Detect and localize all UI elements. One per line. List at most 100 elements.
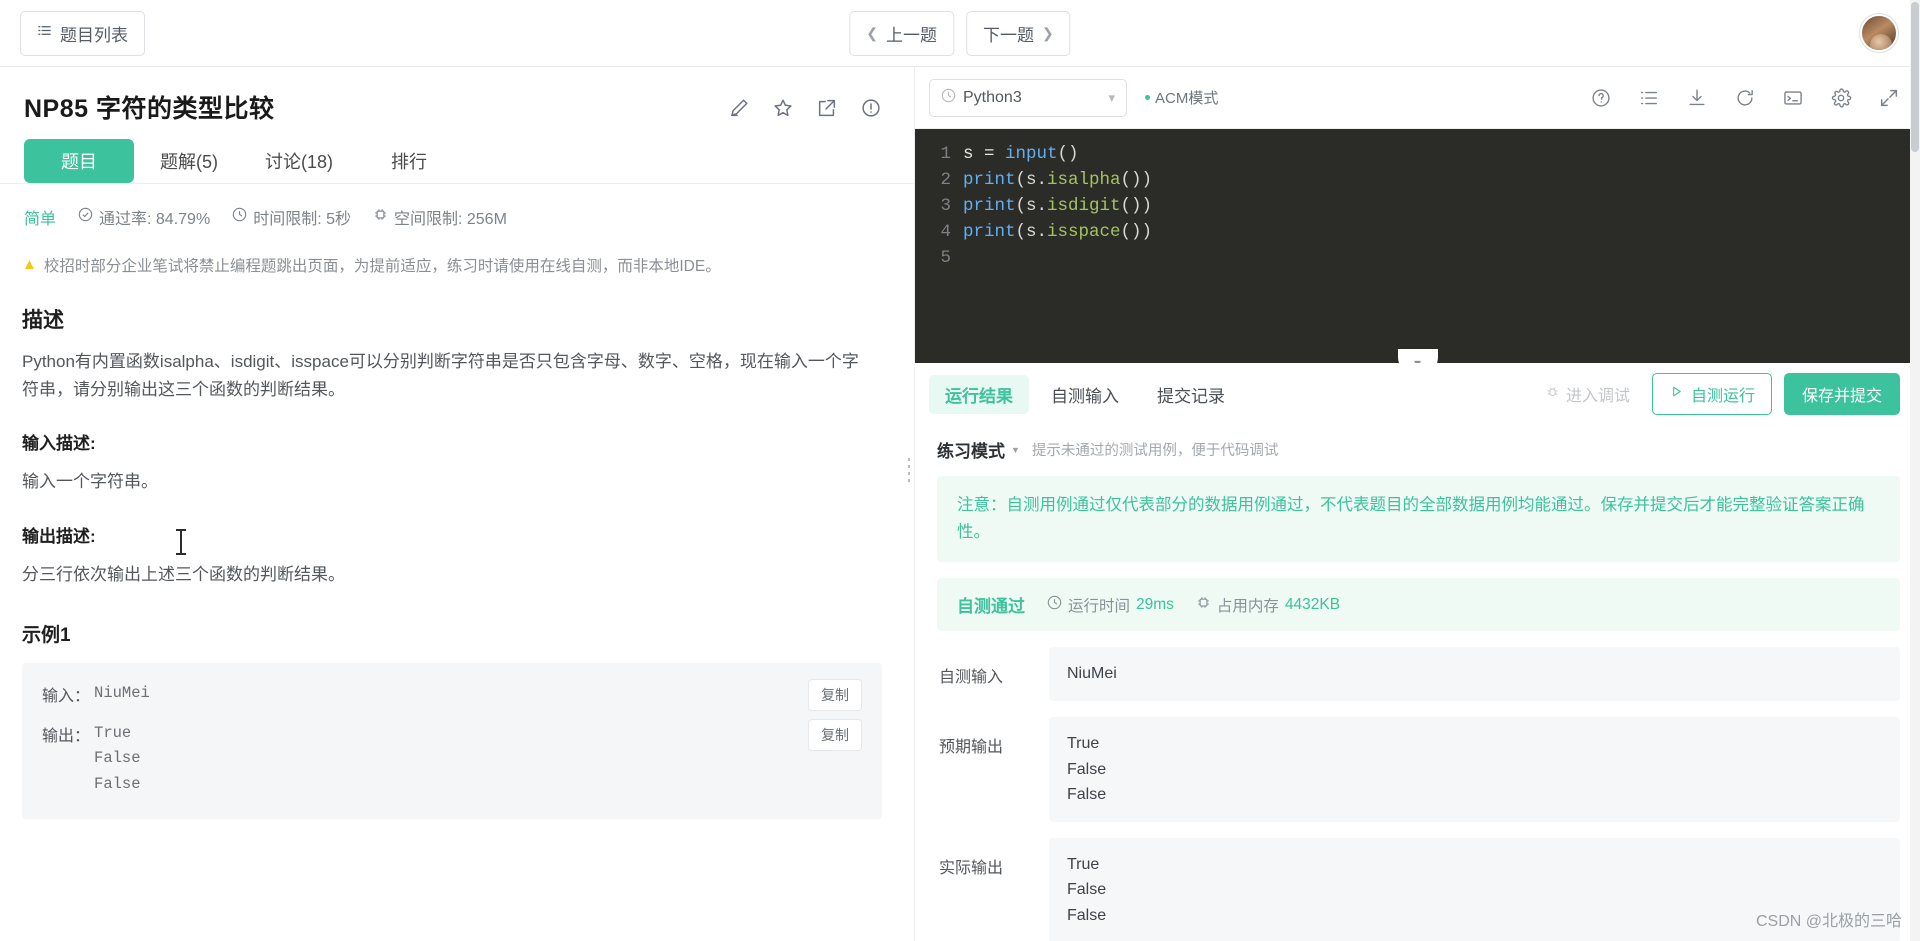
check-circle-icon: [78, 207, 93, 227]
language-select[interactable]: Python3 ▾: [929, 78, 1127, 117]
example-output-label: 输出：: [42, 728, 91, 746]
output-heading: 输出描述:: [22, 526, 96, 546]
tab-ranking[interactable]: 排行: [354, 139, 464, 183]
page-title: NP85 字符的类型比较: [24, 95, 275, 123]
edit-icon[interactable]: [728, 97, 750, 119]
next-problem-button[interactable]: 下一题 ❯: [966, 10, 1071, 56]
code-line: 2 print(s.isalpha()): [915, 167, 1920, 193]
space-limit-label: 空间限制: 256M: [393, 211, 507, 228]
avatar[interactable]: [1860, 14, 1898, 52]
result-tab-bar: 运行结果 自测输入 提交记录 进入调试 自测运行 保存并提交: [915, 363, 1920, 425]
download-icon[interactable]: [1686, 87, 1708, 109]
acm-mode-label: ACM模式: [1155, 90, 1219, 107]
play-icon: [1669, 384, 1684, 404]
runtime-label: 运行时间: [1068, 597, 1131, 615]
line-number: 3: [940, 196, 951, 216]
fullscreen-icon[interactable]: [1878, 87, 1900, 109]
line-number: 1: [940, 144, 951, 164]
acm-mode-toggle[interactable]: ACM模式: [1145, 87, 1218, 108]
problem-list-button[interactable]: 题目列表: [20, 10, 145, 56]
clock-icon: [941, 88, 956, 108]
editor-toolbar: Python3 ▾ ACM模式: [915, 67, 1920, 129]
prev-problem-button[interactable]: ❮ 上一题: [849, 10, 954, 56]
list-icon: [37, 23, 52, 43]
copy-input-button[interactable]: 复制: [808, 679, 862, 712]
tab-test-input[interactable]: 自测输入: [1035, 375, 1135, 414]
warning-triangle-icon: ▲: [22, 256, 37, 273]
language-value: Python3: [963, 88, 1022, 106]
example-input-row: 输入： NiuMei 复制: [42, 679, 862, 712]
input-body: 输入一个字符串。: [22, 472, 158, 492]
tab-discussion[interactable]: 讨论(18): [244, 139, 354, 183]
text-cursor: [176, 529, 186, 555]
code-line: 1 s = input(): [915, 141, 1920, 167]
tab-solutions[interactable]: 题解(5): [134, 139, 244, 183]
code-editor[interactable]: 1 s = input() 2 print(s.isalpha()) 3 print(s.…: [915, 129, 1920, 363]
tabs-divider: [0, 183, 914, 184]
console-icon[interactable]: [1782, 87, 1804, 109]
code-line-content: print(s.isdigit()): [963, 196, 1153, 216]
problem-header: NP85 字符的类型比较: [0, 67, 914, 125]
expected-output-label: 预期输出: [939, 739, 1004, 757]
memory-stat: 占用内存 4432KB: [1196, 594, 1340, 616]
problem-nav: ❮ 上一题 下一题 ❯: [849, 10, 1071, 56]
run-test-label: 自测运行: [1690, 388, 1755, 405]
practice-mode-hint: 提示未通过的测试用例，便于代码调试: [1031, 443, 1279, 459]
input-heading: 输入描述:: [22, 434, 96, 454]
space-limit: 空间限制: 256M: [373, 205, 507, 229]
notice-banner: 注意：自测用例通过仅代表部分的数据用例通过，不代表题目的全部数据用例均能通过。保…: [937, 476, 1900, 563]
test-input-row: 自测输入 NiuMei: [937, 647, 1900, 702]
warning-text: 校招时部分企业笔试将禁止编程题跳出页面，为提前适应，练习时请使用在线自测，而非本…: [43, 258, 721, 275]
problem-tabs: 题目 题解(5) 讨论(18) 排行: [0, 139, 914, 184]
copy-output-button[interactable]: 复制: [808, 719, 862, 752]
reset-icon[interactable]: [1734, 87, 1756, 109]
clock-icon: [232, 207, 247, 227]
chip-icon: [1196, 595, 1211, 615]
page-scrollbar[interactable]: [1910, 0, 1920, 941]
warning-banner: ▲ 校招时部分企业笔试将禁止编程题跳出页面，为提前适应，练习时请使用在线自测，而…: [22, 255, 914, 278]
pane-splitter[interactable]: [903, 0, 915, 941]
settings-icon[interactable]: [1830, 87, 1852, 109]
test-input-value: NiuMei: [1049, 647, 1900, 702]
share-icon[interactable]: [816, 97, 838, 119]
help-icon[interactable]: [1590, 87, 1612, 109]
result-content: 练习模式 ▼ 提示未通过的测试用例，便于代码调试 注意：自测用例通过仅代表部分的…: [915, 425, 1920, 941]
practice-mode-row: 练习模式 ▼ 提示未通过的测试用例，便于代码调试: [937, 425, 1900, 462]
difficulty-badge: 简单: [24, 211, 57, 228]
tab-run-result[interactable]: 运行结果: [929, 374, 1029, 414]
code-line-content: print(s.isalpha()): [963, 170, 1153, 190]
problem-action-icons: [728, 89, 890, 119]
chip-icon: [373, 207, 388, 227]
description-heading: 描述: [22, 309, 64, 333]
collapse-editor-button[interactable]: ▾: [1397, 349, 1438, 363]
run-test-button[interactable]: 自测运行: [1651, 373, 1772, 415]
expected-output-row: 预期输出 True False False: [937, 717, 1900, 822]
tab-submit-history[interactable]: 提交记录: [1141, 375, 1241, 414]
info-icon[interactable]: [860, 97, 882, 119]
submit-button[interactable]: 保存并提交: [1783, 373, 1900, 415]
chevron-down-icon: ▾: [1108, 89, 1115, 105]
example-block: 输入： NiuMei 复制 输出： True False False 复制: [22, 663, 882, 819]
line-number: 2: [940, 170, 951, 190]
list-icon[interactable]: [1638, 87, 1660, 109]
status-dot-icon: [1145, 95, 1150, 100]
practice-mode-selector[interactable]: 练习模式 ▼: [937, 437, 1020, 462]
actual-output-value: True False False: [1049, 837, 1900, 941]
code-line-content: print(s.isspace()): [963, 222, 1153, 242]
expected-output-value: True False False: [1049, 717, 1900, 822]
chevron-right-icon: ❯: [1042, 24, 1054, 41]
line-number: 4: [940, 222, 951, 242]
time-limit: 时间限制: 5秒: [232, 205, 351, 229]
example-input-label: 输入：: [42, 688, 91, 706]
editor-tool-icons: [1590, 87, 1900, 109]
example-output-value: True False False: [94, 724, 141, 793]
code-line: 5: [915, 245, 1920, 271]
memory-value: 4432KB: [1284, 595, 1341, 613]
star-icon[interactable]: [772, 97, 794, 119]
actual-output-row: 实际输出 True False False: [937, 837, 1900, 941]
description-body: Python有内置函数isalpha、isdigit、isspace可以分别判断…: [22, 352, 859, 399]
tab-problem[interactable]: 题目: [24, 139, 134, 183]
debug-button[interactable]: 进入调试: [1535, 375, 1640, 413]
bug-icon: [1545, 384, 1560, 404]
top-bar: 题目列表 ❮ 上一题 下一题 ❯: [0, 0, 1920, 67]
